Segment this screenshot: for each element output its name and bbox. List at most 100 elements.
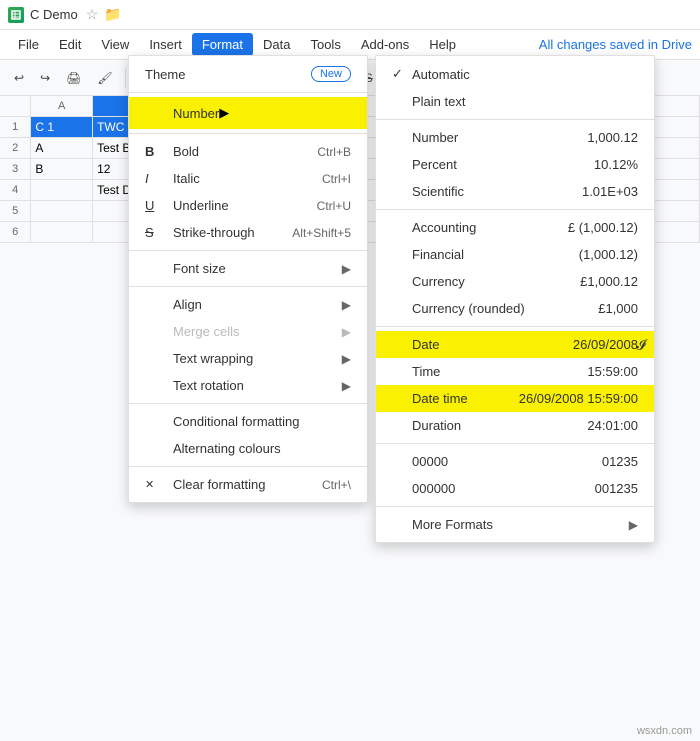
menu-view[interactable]: View <box>91 33 139 56</box>
menu-divider-5 <box>129 403 367 404</box>
menu-addons[interactable]: Add-ons <box>351 33 419 56</box>
checkmark-icon: ✓ <box>392 66 412 82</box>
currency-value: £1,000.12 <box>580 274 638 289</box>
underline-shortcut: Ctrl+U <box>317 199 351 213</box>
submenu-time[interactable]: Time 15:59:00 <box>376 358 654 385</box>
financial-value: (1,000.12) <box>579 247 638 262</box>
menu-divider-6 <box>129 466 367 467</box>
underline-label: Underline <box>173 198 301 213</box>
clear-formatting-icon: ✕ <box>145 478 165 491</box>
time-value: 15:59:00 <box>587 364 638 379</box>
bold-shortcut: Ctrl+B <box>317 145 351 159</box>
col-header-A[interactable]: A <box>31 96 93 116</box>
format-merge-item[interactable]: Merge cells ▶ <box>129 318 367 345</box>
submenu-currency-rounded[interactable]: Currency (rounded) £1,000 <box>376 295 654 322</box>
cell-A3[interactable]: B <box>31 158 93 179</box>
app-icon <box>8 7 24 23</box>
date-value: 26/09/2008 <box>573 337 638 352</box>
submenu-duration[interactable]: Duration 24:01:00 <box>376 412 654 439</box>
scientific-label: Scientific <box>412 184 582 199</box>
fontsize-arrow: ▶ <box>342 262 351 276</box>
submenu-plaintext[interactable]: Plain text <box>376 88 654 115</box>
redo-button[interactable]: ↪ <box>34 68 56 88</box>
format-underline-item[interactable]: U Underline Ctrl+U <box>129 192 367 219</box>
separator-1 <box>125 68 126 88</box>
format-textwrapping-item[interactable]: Text wrapping ▶ <box>129 345 367 372</box>
sub-divider-3 <box>376 326 654 327</box>
format-number-item[interactable]: Number ▶ <box>129 97 367 129</box>
app-title: C Demo <box>30 7 78 22</box>
clearformatting-label: Clear formatting <box>173 477 306 492</box>
format-bold-item[interactable]: B Bold Ctrl+B <box>129 138 367 165</box>
bold-icon: B <box>145 144 165 159</box>
percent-label: Percent <box>412 157 594 172</box>
italic-shortcut: Ctrl+I <box>322 172 351 186</box>
cell-A5[interactable] <box>31 200 93 221</box>
financial-label: Financial <box>412 247 579 262</box>
cursor-icon: 𝓘 <box>637 336 646 353</box>
new-badge: New <box>311 66 351 82</box>
menu-file[interactable]: File <box>8 33 49 56</box>
menu-insert[interactable]: Insert <box>139 33 192 56</box>
format-alternating-item[interactable]: Alternating colours <box>129 435 367 462</box>
print-button[interactable]: 🖨 <box>60 68 87 88</box>
submenu-percent[interactable]: Percent 10.12% <box>376 151 654 178</box>
currency-rounded-label: Currency (rounded) <box>412 301 598 316</box>
submenu-scientific[interactable]: Scientific 1.01E+03 <box>376 178 654 205</box>
menu-edit[interactable]: Edit <box>49 33 91 56</box>
accounting-value: £ (1,000.12) <box>568 220 638 235</box>
submenu-automatic[interactable]: ✓ Automatic <box>376 60 654 88</box>
menu-format[interactable]: Format <box>192 33 253 56</box>
format-menu: Theme New Number ▶ B Bold Ctrl+B I Itali… <box>128 55 368 503</box>
strikethrough-icon: S <box>145 225 165 240</box>
submenu-number[interactable]: Number 1,000.12 <box>376 124 654 151</box>
format-theme-item[interactable]: Theme New <box>129 60 367 88</box>
format-textrotation-item[interactable]: Text rotation ▶ <box>129 372 367 399</box>
format-clearformatting-item[interactable]: ✕ Clear formatting Ctrl+\ <box>129 471 367 498</box>
submenu-datetime[interactable]: Date time 26/09/2008 15:59:00 <box>376 385 654 412</box>
format-italic-item[interactable]: I Italic Ctrl+I <box>129 165 367 192</box>
format-conditional-item[interactable]: Conditional formatting <box>129 408 367 435</box>
menu-help[interactable]: Help <box>419 33 466 56</box>
favorite-star[interactable]: ☆ <box>86 6 99 23</box>
merge-label: Merge cells <box>173 324 338 339</box>
datetime-label: Date time <box>412 391 519 406</box>
sub-divider-4 <box>376 443 654 444</box>
corner-cell <box>0 96 31 116</box>
format-strikethrough-item[interactable]: S Strike-through Alt+Shift+5 <box>129 219 367 246</box>
datetime-value: 26/09/2008 15:59:00 <box>519 391 638 406</box>
submenu-currency[interactable]: Currency £1,000.12 <box>376 268 654 295</box>
date-label: Date <box>412 337 573 352</box>
currency-label: Currency <box>412 274 580 289</box>
more-formats-label: More Formats <box>412 517 621 532</box>
submenu-date[interactable]: Date 26/09/2008 𝓘 <box>376 331 654 358</box>
fontsize-label: Font size <box>173 261 338 276</box>
cell-A6[interactable] <box>31 221 93 242</box>
conditional-label: Conditional formatting <box>173 414 351 429</box>
clearformatting-shortcut: Ctrl+\ <box>322 478 351 492</box>
cell-A4[interactable] <box>31 179 93 200</box>
submenu-accounting[interactable]: Accounting £ (1,000.12) <box>376 214 654 241</box>
folder-icon[interactable]: 📁 <box>104 6 121 23</box>
format-fontsize-item[interactable]: Font size ▶ <box>129 255 367 282</box>
menu-tools[interactable]: Tools <box>300 33 350 56</box>
menu-data[interactable]: Data <box>253 33 300 56</box>
format-align-item[interactable]: Align ▶ <box>129 291 367 318</box>
align-label: Align <box>173 297 338 312</box>
undo-button[interactable]: ↩ <box>8 68 30 88</box>
submenu-more-formats[interactable]: More Formats ▶ <box>376 511 654 538</box>
paint-format-button[interactable]: 🖌 <box>91 68 118 88</box>
zeros6-label: 000000 <box>412 481 595 496</box>
cell-A2[interactable]: A <box>31 137 93 158</box>
submenu-financial[interactable]: Financial (1,000.12) <box>376 241 654 268</box>
currency-rounded-value: £1,000 <box>598 301 638 316</box>
submenu-zeros6[interactable]: 000000 001235 <box>376 475 654 502</box>
submenu-zeros5[interactable]: 00000 01235 <box>376 448 654 475</box>
italic-label: Italic <box>173 171 306 186</box>
number-submenu: ✓ Automatic Plain text Number 1,000.12 P… <box>375 55 655 543</box>
menu-divider-2 <box>129 133 367 134</box>
sub-divider-1 <box>376 119 654 120</box>
cell-A1[interactable]: C 1 <box>31 116 93 137</box>
duration-value: 24:01:00 <box>587 418 638 433</box>
time-label: Time <box>412 364 587 379</box>
